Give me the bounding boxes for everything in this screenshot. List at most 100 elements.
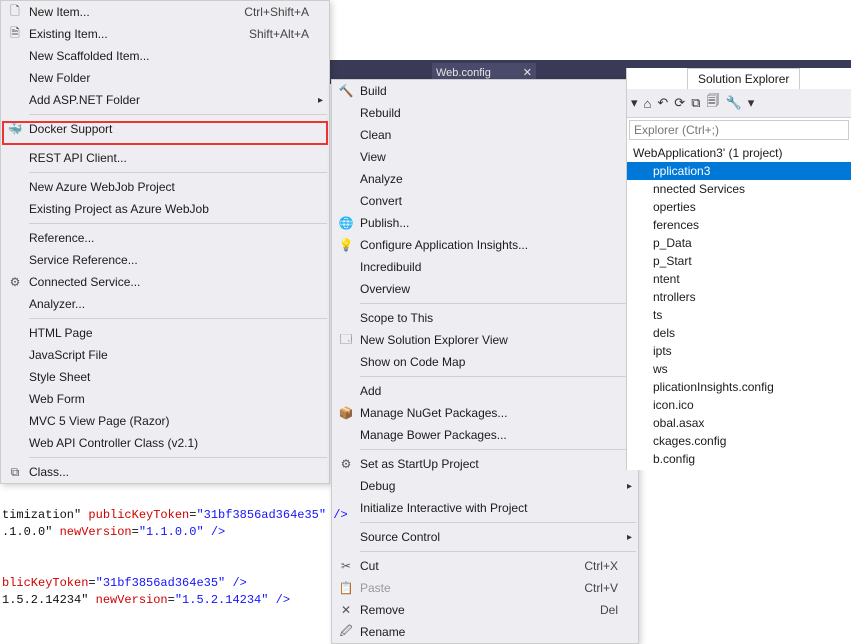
tree-node-6[interactable]: ntrollers [627,288,851,306]
ctx-add-2[interactable]: Manage Bower Packages... [332,424,638,446]
tree-node-2-label: ferences [653,218,699,232]
ctx-top-8[interactable]: Incredibuild▸ [332,256,638,278]
ctx-edit-1-shortcut: Ctrl+V [564,581,618,595]
ctx-edit-2-icon: ✕ [332,603,360,617]
add-item-1-label: Existing Item... [29,27,229,41]
ctx-top-9[interactable]: Overview [332,278,638,300]
tree-node-7[interactable]: ts [627,306,851,324]
ctx-top-5-label: Convert [360,194,618,208]
azure-item-1[interactable]: Existing Project as Azure WebJob [1,198,329,220]
filetype-item-5[interactable]: Web API Controller Class (v2.1) [1,432,329,454]
reference-item-1[interactable]: Service Reference... [1,249,329,271]
solution-tree[interactable]: WebApplication3' (1 project)pplication3n… [627,142,851,470]
ctx-startup-icon: ⚙ [332,457,360,471]
properties-icon[interactable]: 🔧 [726,95,742,111]
azure-item-0[interactable]: New Azure WebJob Project [1,176,329,198]
solution-explorer-search[interactable]: Explorer (Ctrl+;) [629,120,849,140]
filetype-item-0[interactable]: HTML Page [1,322,329,344]
ctx-top-5[interactable]: Convert▸ [332,190,638,212]
home-icon[interactable]: ⌂ [644,96,652,111]
tree-node-11[interactable]: plicationInsights.config [627,378,851,396]
ctx-scope-1-label: New Solution Explorer View [360,333,618,347]
tree-node-15[interactable]: b.config [627,450,851,468]
reference-item-0[interactable]: Reference... [1,227,329,249]
solution-explorer-tab[interactable]: Solution Explorer [687,68,800,89]
refresh-icon[interactable]: ⟳ [674,95,685,111]
filetype-item-1[interactable]: JavaScript File [1,344,329,366]
project-context-menu[interactable]: 🔨BuildRebuildCleanView▸Analyze▸Convert▸🌐… [331,79,639,644]
tree-node-10[interactable]: ws [627,360,851,378]
filetype-item-3[interactable]: Web Form [1,388,329,410]
docker-support-item[interactable]: 🐳Docker Support [1,118,329,140]
tree-node-9[interactable]: ipts [627,342,851,360]
ctx-top-0[interactable]: 🔨Build [332,80,638,102]
filetype-item-2[interactable]: Style Sheet [1,366,329,388]
add-item-1[interactable]: 🗎Existing Item...Shift+Alt+A [1,23,329,45]
tree-node-2[interactable]: ferences [627,216,851,234]
solution-root-label: WebApplication3' (1 project) [633,146,782,160]
ctx-edit-1[interactable]: 📋PasteCtrl+V [332,577,638,599]
ctx-top-6[interactable]: 🌐Publish... [332,212,638,234]
class-item[interactable]: ⧉Class... [1,461,329,483]
ctx-add-0[interactable]: Add▸ [332,380,638,402]
close-icon[interactable]: ✕ [523,66,532,79]
ctx-top-7-icon: 💡 [332,238,360,252]
ctx-startup[interactable]: ⚙Set as StartUp Project [332,453,638,475]
tree-node-5[interactable]: ntent [627,270,851,288]
ctx-edit-0[interactable]: ✂CutCtrl+X [332,555,638,577]
ctx-top-3[interactable]: View▸ [332,146,638,168]
project-node[interactable]: pplication3 [627,162,851,180]
ctx-source[interactable]: Source Control▸ [332,526,638,548]
ctx-edit-2-label: Remove [360,603,580,617]
tree-node-1[interactable]: operties [627,198,851,216]
ctx-scope-2-label: Show on Code Map [360,355,618,369]
ctx-edit-3[interactable]: 🖉Rename [332,621,638,643]
ctx-top-7[interactable]: 💡Configure Application Insights... [332,234,638,256]
reference-item-3[interactable]: Analyzer... [1,293,329,315]
tree-node-7-label: ts [653,308,662,322]
filetype-item-1-label: JavaScript File [29,348,309,362]
back-icon[interactable]: ↶ [657,95,668,111]
ctx-top-1[interactable]: Rebuild [332,102,638,124]
reference-item-3-label: Analyzer... [29,297,309,311]
tree-node-0[interactable]: nnected Services [627,180,851,198]
add-item-4[interactable]: Add ASP.NET Folder▸ [1,89,329,111]
editor-tab-label: Web.config [436,67,491,79]
separator [29,143,327,144]
tree-node-14[interactable]: ckages.config [627,432,851,450]
ctx-top-2[interactable]: Clean [332,124,638,146]
ctx-edit-2[interactable]: ✕RemoveDel [332,599,638,621]
add-submenu[interactable]: 🗋New Item...Ctrl+Shift+A🗎Existing Item..… [0,0,330,484]
tree-node-4[interactable]: p_Start [627,252,851,270]
tree-node-13[interactable]: obal.asax [627,414,851,432]
solution-root[interactable]: WebApplication3' (1 project) [627,144,851,162]
ctx-debug[interactable]: Debug▸ [332,475,638,497]
docker-support-item-label: Docker Support [29,122,309,136]
ctx-scope-0[interactable]: Scope to This [332,307,638,329]
ctx-scope-1[interactable]: 🗔New Solution Explorer View [332,329,638,351]
rest-api-client-item[interactable]: REST API Client... [1,147,329,169]
ctx-scope-2[interactable]: Show on Code Map [332,351,638,373]
reference-item-2[interactable]: ⚙Connected Service... [1,271,329,293]
dropdown-icon[interactable]: ▾ [631,95,638,111]
add-item-0[interactable]: 🗋New Item...Ctrl+Shift+A [1,1,329,23]
tree-node-3[interactable]: p_Data [627,234,851,252]
separator [360,303,636,304]
more-icon[interactable]: ▾ [748,95,755,111]
ctx-edit-0-icon: ✂ [332,559,360,573]
ctx-init[interactable]: Initialize Interactive with Project [332,497,638,519]
tree-node-13-label: obal.asax [653,416,704,430]
filetype-item-4[interactable]: MVC 5 View Page (Razor) [1,410,329,432]
add-item-3[interactable]: New Folder [1,67,329,89]
solution-explorer-toolbar[interactable]: ▾ ⌂ ↶ ⟳ ⧉ 🗐 🔧 ▾ [627,89,851,118]
ctx-edit-3-label: Rename [360,625,618,639]
ctx-top-4[interactable]: Analyze▸ [332,168,638,190]
ctx-edit-0-label: Cut [360,559,564,573]
tree-node-12[interactable]: icon.ico [627,396,851,414]
collapse-icon[interactable]: ⧉ [691,95,700,111]
tree-node-9-label: ipts [653,344,672,358]
tree-node-8[interactable]: dels [627,324,851,342]
show-all-icon[interactable]: 🗐 [707,92,720,114]
add-item-2[interactable]: New Scaffolded Item... [1,45,329,67]
ctx-add-1[interactable]: 📦Manage NuGet Packages... [332,402,638,424]
